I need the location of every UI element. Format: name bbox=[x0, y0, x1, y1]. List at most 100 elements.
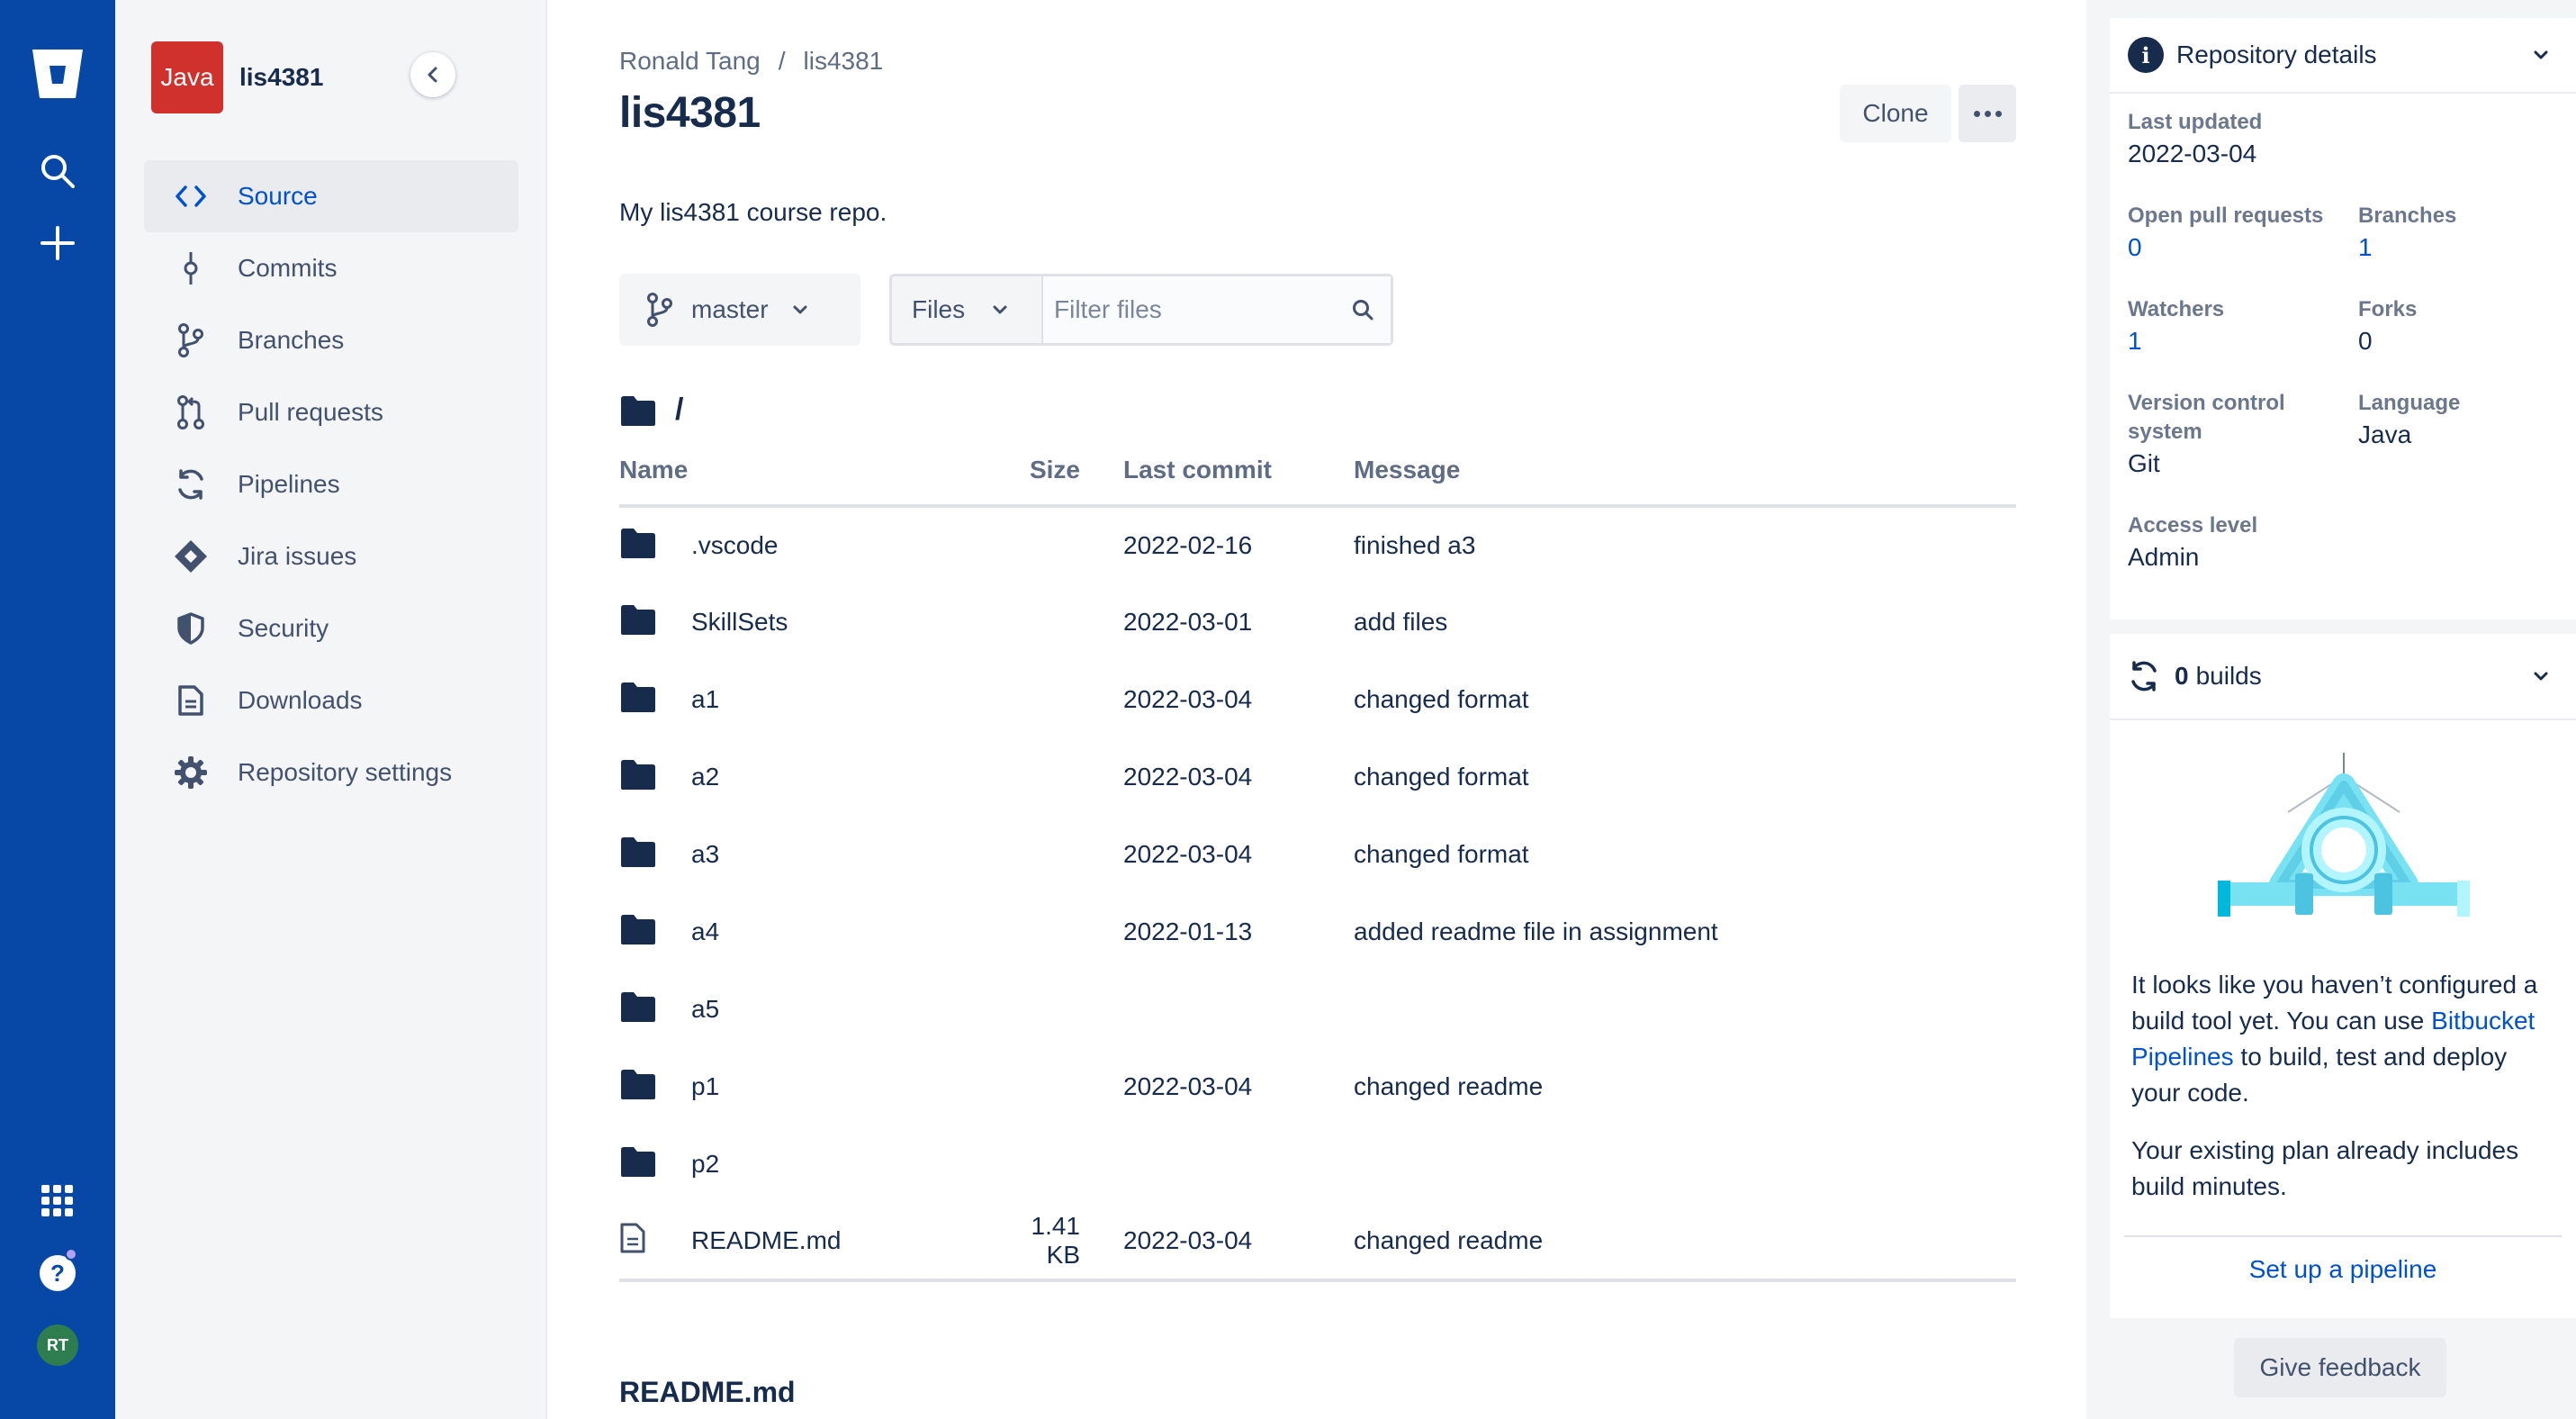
column-header-last-commit[interactable]: Last commit bbox=[1123, 456, 1354, 508]
folder-icon bbox=[619, 583, 691, 661]
file-commit-message bbox=[1354, 971, 2016, 1048]
detail-branches: Branches 1 bbox=[2358, 203, 2457, 261]
repository-details-header[interactable]: i Repository details bbox=[2110, 18, 2576, 94]
clone-button[interactable]: Clone bbox=[1840, 85, 1951, 142]
breadcrumb-separator: / bbox=[778, 47, 786, 75]
detail-watchers: Watchers 1 bbox=[2128, 297, 2225, 355]
repo-header[interactable]: Java lis4381 bbox=[151, 41, 323, 113]
file-last-commit: 2022-03-04 bbox=[1123, 1203, 1354, 1282]
sidebar-item-jira-issues[interactable]: Jira issues bbox=[144, 520, 518, 592]
breadcrumb-repo[interactable]: lis4381 bbox=[804, 47, 884, 76]
project-sidebar: Java lis4381 Source Commits Branches Pul… bbox=[115, 0, 547, 1419]
main-content: Ronald Tang / lis4381 lis4381 Clone My l… bbox=[547, 0, 2086, 1419]
sidebar-item-downloads[interactable]: Downloads bbox=[144, 664, 518, 737]
column-header-message[interactable]: Message bbox=[1354, 456, 2016, 508]
table-row[interactable]: p2 bbox=[619, 1125, 2016, 1203]
pipeline-illustration bbox=[2218, 753, 2470, 917]
sidebar-item-label: Pipelines bbox=[238, 470, 340, 498]
shield-icon bbox=[169, 607, 212, 650]
table-row[interactable]: README.md 1.41 KB 2022-03-04 changed readme bbox=[619, 1203, 2016, 1282]
detail-language: Language Java bbox=[2358, 391, 2461, 448]
file-size bbox=[997, 816, 1123, 893]
filter-files-input[interactable] bbox=[1043, 276, 1391, 343]
file-name[interactable]: a2 bbox=[691, 738, 997, 816]
table-row[interactable]: a4 2022-01-13 added readme file in assignm… bbox=[619, 893, 2016, 971]
plan-info-text: Your existing plan already includes buil… bbox=[2131, 1136, 2519, 1200]
jira-icon bbox=[169, 535, 212, 578]
bitbucket-logo-icon[interactable] bbox=[0, 45, 115, 103]
table-row[interactable]: SkillSets 2022-03-01 add files bbox=[619, 583, 2016, 661]
folder-icon bbox=[619, 893, 691, 971]
file-name[interactable]: SkillSets bbox=[691, 583, 997, 661]
folder-icon bbox=[619, 1125, 691, 1203]
file-size bbox=[997, 971, 1123, 1048]
column-header-name[interactable]: Name bbox=[619, 456, 997, 508]
chevron-down-icon bbox=[2534, 50, 2548, 59]
table-row[interactable]: a3 2022-03-04 changed format bbox=[619, 816, 2016, 893]
folder-icon bbox=[619, 738, 691, 816]
files-dropdown[interactable]: Files bbox=[892, 276, 1043, 343]
file-icon bbox=[619, 1203, 691, 1282]
readme-heading: README.md bbox=[619, 1376, 796, 1408]
detail-version-control: Version control system Git bbox=[2128, 391, 2285, 477]
file-size bbox=[997, 583, 1123, 661]
search-icon[interactable] bbox=[0, 146, 115, 196]
app-switcher-icon[interactable] bbox=[0, 1176, 115, 1226]
global-navigation: ? RT bbox=[0, 0, 115, 1419]
more-actions-button[interactable] bbox=[1959, 85, 2016, 142]
builds-empty-message: It looks like you haven’t configured a b… bbox=[2131, 967, 2554, 1205]
file-size bbox=[997, 893, 1123, 971]
sidebar-item-security[interactable]: Security bbox=[144, 592, 518, 664]
commit-icon bbox=[169, 247, 212, 290]
sidebar-item-label: Source bbox=[238, 182, 318, 210]
sidebar-item-branches[interactable]: Branches bbox=[144, 304, 518, 376]
sidebar-item-label: Security bbox=[238, 614, 329, 642]
help-icon[interactable]: ? bbox=[0, 1248, 115, 1298]
sidebar-item-source[interactable]: Source bbox=[144, 160, 518, 232]
builds-count: 0 bbox=[2175, 662, 2189, 690]
file-name[interactable]: .vscode bbox=[691, 506, 997, 583]
file-size bbox=[997, 1125, 1123, 1203]
table-row[interactable]: a5 bbox=[619, 971, 2016, 1048]
file-last-commit: 2022-03-04 bbox=[1123, 1072, 1253, 1100]
file-size bbox=[997, 661, 1123, 738]
sidebar-item-pipelines[interactable]: Pipelines bbox=[144, 448, 518, 520]
breadcrumb-owner[interactable]: Ronald Tang bbox=[619, 47, 761, 76]
set-up-pipeline-link[interactable]: Set up a pipeline bbox=[2110, 1255, 2576, 1284]
file-name[interactable]: a3 bbox=[691, 816, 997, 893]
file-name[interactable]: p2 bbox=[691, 1125, 997, 1203]
folder-icon bbox=[619, 816, 691, 893]
current-path: / bbox=[619, 393, 683, 428]
sidebar-item-repository-settings[interactable]: Repository settings bbox=[144, 737, 518, 809]
file-name[interactable]: a4 bbox=[691, 893, 997, 971]
create-plus-icon[interactable] bbox=[0, 218, 115, 268]
builds-header[interactable]: 0 builds bbox=[2110, 634, 2576, 720]
folder-icon bbox=[619, 661, 691, 738]
branch-selector[interactable]: master bbox=[619, 274, 860, 346]
file-commit-message: changed readme bbox=[1354, 1072, 1544, 1100]
sidebar-item-commits[interactable]: Commits bbox=[144, 232, 518, 304]
sidebar-item-pull-requests[interactable]: Pull requests bbox=[144, 376, 518, 448]
collapse-sidebar-button[interactable] bbox=[410, 52, 455, 97]
give-feedback-button[interactable]: Give feedback bbox=[2234, 1338, 2446, 1397]
table-row[interactable]: p1 2022-03-04 changed readme bbox=[619, 1048, 2016, 1125]
table-row[interactable]: a1 2022-03-04 changed format bbox=[619, 661, 2016, 738]
file-name[interactable]: a5 bbox=[691, 971, 997, 1048]
file-name[interactable]: a1 bbox=[691, 661, 997, 738]
user-avatar[interactable]: RT bbox=[0, 1320, 115, 1370]
chevron-down-icon bbox=[793, 305, 807, 314]
gear-icon bbox=[169, 751, 212, 794]
repo-name: lis4381 bbox=[239, 63, 324, 91]
file-commit-message: changed readme bbox=[1354, 1203, 2016, 1282]
more-dots-icon bbox=[1973, 110, 1980, 117]
folder-icon bbox=[619, 506, 691, 583]
column-header-size[interactable]: Size bbox=[997, 456, 1123, 508]
detail-forks: Forks 0 bbox=[2358, 297, 2418, 355]
file-name[interactable]: p1 bbox=[691, 1048, 997, 1125]
sidebar-item-label: Pull requests bbox=[238, 398, 383, 426]
table-row[interactable]: .vscode 2022-02-16 finished a3 bbox=[619, 506, 2016, 583]
file-size bbox=[997, 506, 1123, 583]
folder-icon bbox=[619, 1048, 691, 1125]
file-name[interactable]: README.md bbox=[691, 1203, 997, 1282]
table-row[interactable]: a2 2022-03-04 changed format bbox=[619, 738, 2016, 816]
